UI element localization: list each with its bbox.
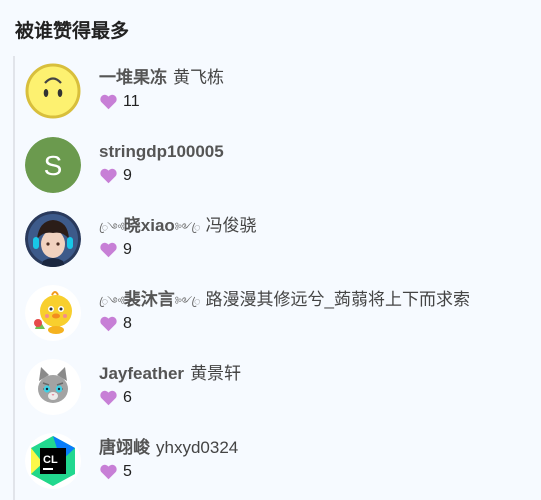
avatar[interactable] [25,63,81,119]
full-name: yhxyd0324 [156,438,239,457]
heart-icon [100,168,117,184]
like-count: 9 [99,241,132,259]
full-name: 黄飞栋 [173,68,224,87]
username-link[interactable]: 唐翊峻 [99,438,150,457]
username-link[interactable]: ꦿ༺裴沐言༻ꦿ [99,290,201,309]
most-liked-by-panel: 被谁赞得最多 一堆果冻 黄飞栋 11 S stringdp100005 9 ꦿ༺… [0,0,541,500]
like-count: 6 [99,389,132,407]
full-name: 路漫漫其修远兮_蒟蒻将上下而求索 [205,290,470,309]
name-line: 唐翊峻 yhxyd0324 [99,438,238,458]
avatar[interactable]: CL [25,433,81,489]
like-count-value: 11 [123,93,140,110]
list-item: 一堆果冻 黄飞栋 11 [13,56,541,130]
name-line: ꦿ༺裴沐言༻ꦿ 路漫漫其修远兮_蒟蒻将上下而求索 [99,290,470,312]
like-count: 11 [99,93,140,111]
name-line: stringdp100005 [99,142,224,162]
heart-icon [100,316,117,332]
avatar-letter: S [44,150,63,181]
avatar[interactable] [25,285,81,341]
letter-avatar-icon: S [25,137,81,193]
heart-icon [100,390,117,406]
heart-icon [100,94,117,110]
like-count-value: 5 [123,463,132,480]
full-name: 黄景轩 [190,364,242,383]
avatar[interactable]: S [25,137,81,193]
heart-icon [100,242,117,258]
user-list: 一堆果冻 黄飞栋 11 S stringdp100005 9 ꦿ༺晓xiao༻ꦿ… [13,56,541,500]
username-link[interactable]: ꦿ༺晓xiao༻ꦿ [99,216,201,235]
list-item: S stringdp100005 9 [13,130,541,204]
like-count: 8 [99,315,132,333]
like-count-value: 8 [123,315,132,332]
avatar[interactable] [25,211,81,267]
list-item: ꦿ༺裴沐言༻ꦿ 路漫漫其修远兮_蒟蒻将上下而求索 8 [13,278,541,352]
name-line: Jayfeather 黄景轩 [99,364,241,384]
grey-cat-icon [25,359,81,415]
like-count-value: 6 [123,389,132,406]
clion-logo-icon: CL [25,433,81,489]
username-link[interactable]: Jayfeather [99,364,184,383]
username-link[interactable]: 一堆果冻 [99,68,167,87]
list-item: CL 唐翊峻 yhxyd0324 5 [13,426,541,500]
full-name: 冯俊骁 [205,216,257,235]
like-count: 5 [99,463,132,481]
section-title: 被谁赞得最多 [15,21,130,42]
anime-boy-avatar-icon [25,211,81,267]
name-line: 一堆果冻 黄飞栋 [99,68,224,88]
list-item: Jayfeather 黄景轩 6 [13,352,541,426]
username-link[interactable]: stringdp100005 [99,142,224,161]
avatar[interactable] [25,359,81,415]
name-line: ꦿ༺晓xiao༻ꦿ 冯俊骁 [99,216,257,238]
smiley-face-icon [25,63,81,119]
like-count-value: 9 [123,167,132,184]
list-item: ꦿ༺晓xiao༻ꦿ 冯俊骁 9 [13,204,541,278]
like-count: 9 [99,167,132,185]
heart-icon [100,464,117,480]
logo-letters: CL [43,454,58,466]
like-count-value: 9 [123,241,132,258]
chick-cartoon-icon [25,285,81,341]
